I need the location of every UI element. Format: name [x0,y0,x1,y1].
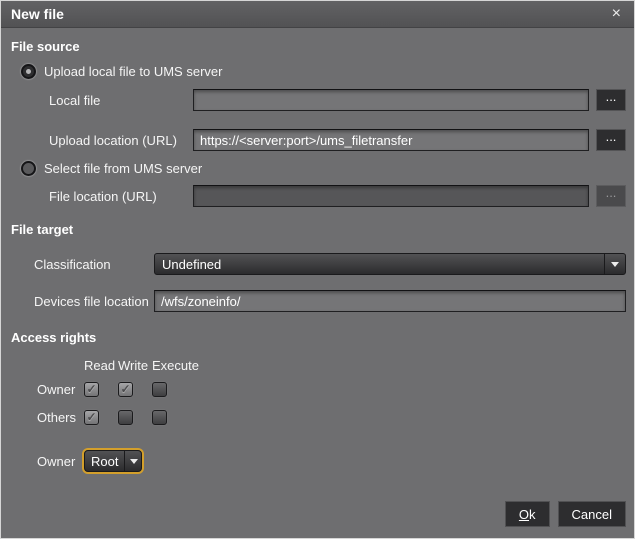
classification-value: Undefined [155,257,604,272]
field-row-classification: Classification Undefined [9,253,626,275]
section-file-source: File source [11,40,626,54]
others-execute-checkbox[interactable]: ✓ [152,410,167,425]
radio-row-select-server: Select file from UMS server [21,160,626,176]
owner-select-row: Owner Root [9,449,626,473]
owner-row-label: Owner [37,382,84,397]
radio-upload-local[interactable] [21,64,36,79]
field-row-file-location: File location (URL) ... [9,185,626,207]
file-location-input [193,185,589,207]
devices-location-label: Devices file location [34,294,154,309]
upload-location-label: Upload location (URL) [49,133,193,148]
upload-location-input[interactable] [193,129,589,151]
access-row-owner: Owner ✓ ✓ ✓ [9,381,626,397]
upload-location-browse-button[interactable]: ... [596,129,626,151]
check-icon: ✓ [86,411,96,423]
chevron-down-icon[interactable] [604,254,625,274]
section-access-rights: Access rights [11,331,626,345]
others-read-checkbox[interactable]: ✓ [84,410,99,425]
dialog-title: New file [11,6,609,22]
others-row-label: Others [37,410,84,425]
local-file-browse-button[interactable]: ... [596,89,626,111]
file-location-label: File location (URL) [49,189,193,204]
new-file-dialog: New file × File source Upload local file… [0,0,635,539]
local-file-input[interactable] [193,89,589,111]
radio-upload-local-label: Upload local file to UMS server [44,64,222,79]
dialog-footer: Ok Cancel [505,501,626,527]
local-file-label: Local file [49,93,193,108]
owner-write-checkbox[interactable]: ✓ [118,382,133,397]
field-row-devices-location: Devices file location [9,290,626,312]
field-row-local-file: Local file ... [9,89,626,111]
column-header-write: Write [118,358,152,372]
cancel-button[interactable]: Cancel [558,501,626,527]
section-file-target: File target [11,223,626,237]
check-icon: ✓ [120,383,130,395]
owner-select-value: Root [85,454,124,469]
owner-read-checkbox[interactable]: ✓ [84,382,99,397]
access-row-others: Others ✓ ✓ ✓ [9,409,626,425]
owner-execute-checkbox[interactable]: ✓ [152,382,167,397]
classification-select[interactable]: Undefined [154,253,626,275]
owner-select[interactable]: Root [84,450,142,472]
dialog-titlebar: New file × [1,1,634,28]
column-header-read: Read [84,358,118,372]
check-icon: ✓ [86,383,96,395]
file-location-browse-button: ... [596,185,626,207]
radio-select-server-label: Select file from UMS server [44,161,202,176]
ok-button[interactable]: Ok [505,501,550,527]
radio-select-server[interactable] [21,161,36,176]
devices-location-input[interactable] [154,290,626,312]
column-header-execute: Execute [152,358,200,372]
others-write-checkbox[interactable]: ✓ [118,410,133,425]
owner-select-label: Owner [37,454,84,469]
radio-dot [26,69,31,74]
dialog-body: File source Upload local file to UMS ser… [1,28,634,538]
access-rights-headers: Read Write Execute [9,358,626,372]
classification-label: Classification [34,257,154,272]
radio-row-upload-local: Upload local file to UMS server [21,63,626,79]
chevron-down-icon[interactable] [124,451,142,471]
close-icon[interactable]: × [609,6,624,22]
field-row-upload-location: Upload location (URL) ... [9,129,626,151]
